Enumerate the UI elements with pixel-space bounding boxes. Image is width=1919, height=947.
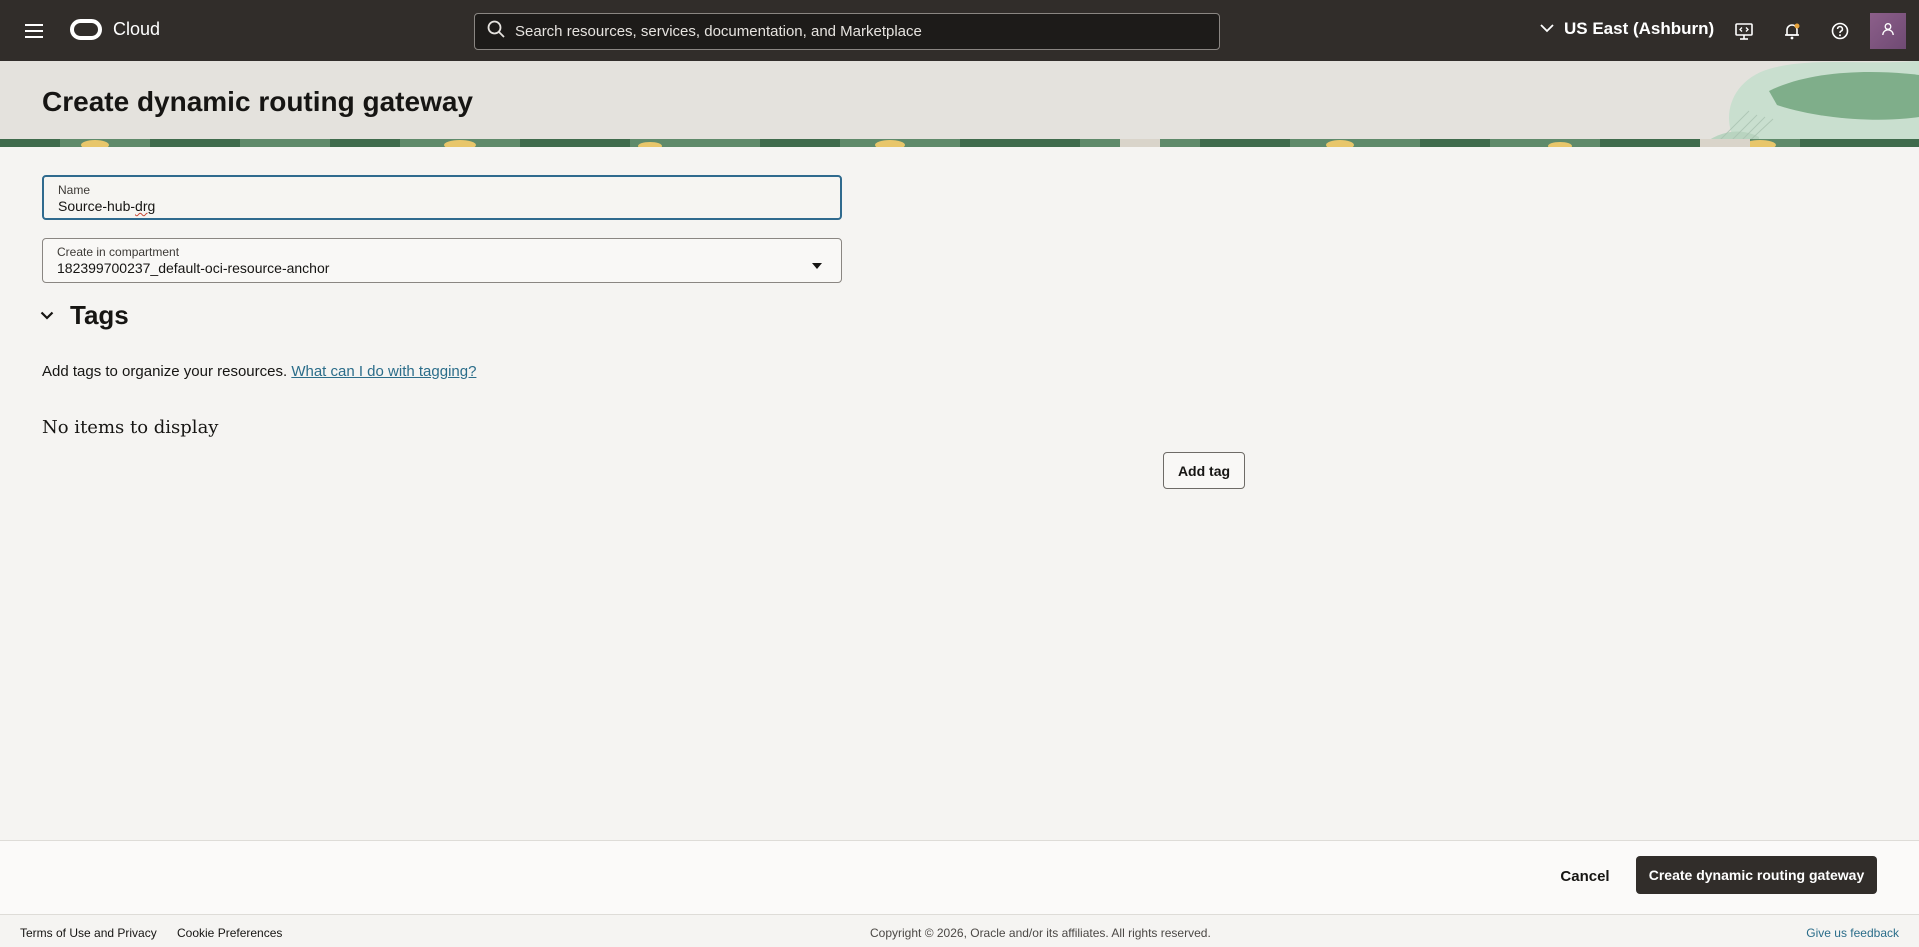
feedback-link[interactable]: Give us feedback: [1806, 926, 1899, 940]
oracle-cloud-logo[interactable]: Cloud: [70, 19, 160, 40]
tags-section-title: Tags: [70, 300, 129, 330]
dropdown-caret-icon: [811, 257, 823, 275]
user-icon: [1881, 22, 1895, 41]
region-selector[interactable]: US East (Ashburn): [1540, 19, 1714, 39]
form-action-bar: Cancel Create dynamic routing gateway: [0, 840, 1919, 914]
search-input[interactable]: [515, 23, 1195, 40]
user-profile-button[interactable]: [1870, 13, 1906, 49]
oracle-logo-icon: [70, 19, 102, 40]
tags-section-toggle[interactable]: Tags: [40, 300, 129, 331]
page-footer: Terms of Use and Privacy Cookie Preferen…: [0, 914, 1919, 947]
compartment-field-label: Create in compartment: [57, 245, 180, 259]
copyright-text: Copyright © 2026, Oracle and/or its affi…: [870, 926, 1211, 940]
developer-tools-icon[interactable]: [1733, 20, 1755, 42]
cancel-button[interactable]: Cancel: [1552, 858, 1618, 895]
name-field-label: Name: [58, 183, 91, 197]
name-value-spellcheck: drg: [135, 198, 156, 214]
name-value-text: Source-hub-: [58, 198, 136, 214]
global-search-box[interactable]: [474, 13, 1220, 50]
create-drg-button[interactable]: Create dynamic routing gateway: [1636, 856, 1877, 894]
cookie-preferences-link[interactable]: Cookie Preferences: [177, 926, 282, 940]
banner-pattern-strip: [0, 139, 1919, 147]
add-tag-button[interactable]: Add tag: [1163, 452, 1245, 489]
region-label: US East (Ashburn): [1564, 19, 1715, 38]
banner-decoration: [1699, 61, 1919, 147]
tags-description-text: Add tags to organize your resources.: [42, 363, 288, 380]
tags-empty-state: No items to display: [42, 417, 219, 438]
chevron-down-icon: [1540, 20, 1554, 38]
bell-icon[interactable]: [1781, 20, 1803, 42]
hamburger-menu-icon[interactable]: [20, 18, 48, 44]
name-field[interactable]: Name Source-hub-drg: [42, 175, 842, 220]
chevron-down-icon: [40, 307, 54, 325]
terms-link[interactable]: Terms of Use and Privacy: [20, 926, 157, 940]
compartment-select[interactable]: Create in compartment 182399700237_defau…: [42, 238, 842, 283]
name-field-value[interactable]: Source-hub-drg: [58, 198, 818, 214]
tagging-help-link[interactable]: What can I do with tagging?: [291, 363, 476, 380]
page-title: Create dynamic routing gateway: [42, 86, 474, 117]
page-header-banner: Create dynamic routing gateway: [0, 61, 1919, 147]
search-icon: [487, 20, 505, 43]
compartment-selected-value: 182399700237_default-oci-resource-anchor: [57, 260, 330, 276]
brand-name: Cloud: [113, 19, 161, 39]
top-navigation-bar: Cloud US East (Ashburn): [0, 0, 1919, 61]
tags-description: Add tags to organize your resources. Wha…: [42, 363, 476, 380]
help-icon[interactable]: [1829, 20, 1851, 42]
